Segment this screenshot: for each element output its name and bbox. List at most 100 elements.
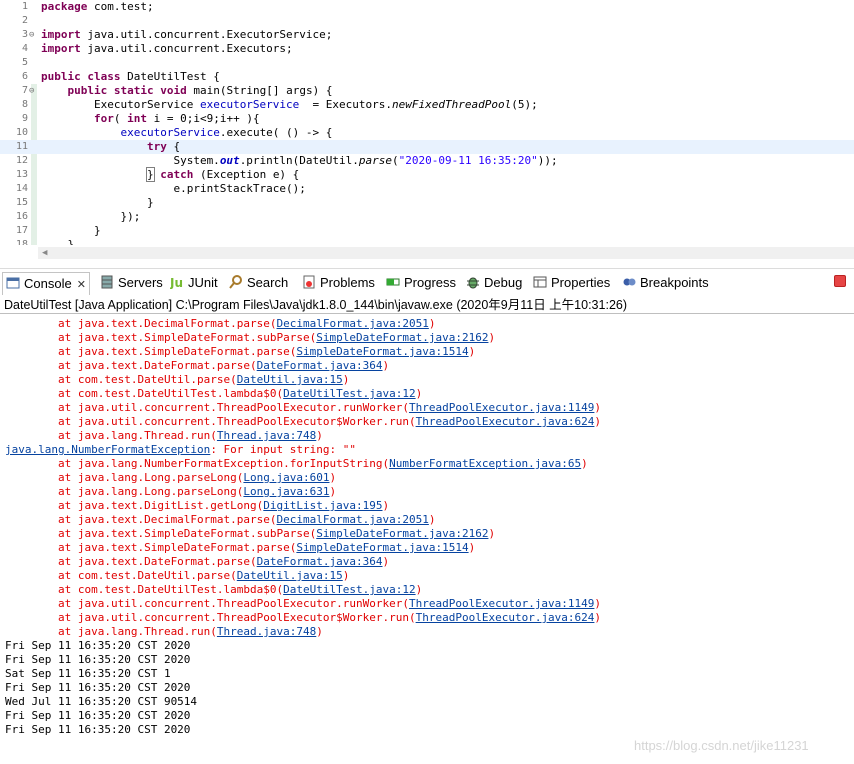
code-token: java.util.concurrent.ExecutorService; bbox=[80, 28, 333, 41]
stack-trace-link[interactable]: java.lang.NumberFormatException bbox=[5, 443, 210, 456]
code-token: )); bbox=[537, 154, 558, 167]
code-line[interactable]: 15 } bbox=[0, 196, 854, 210]
terminate-icon[interactable] bbox=[834, 275, 846, 287]
stack-trace-link[interactable]: DateFormat.java:364 bbox=[257, 359, 383, 372]
code-line[interactable]: 16 }); bbox=[0, 210, 854, 224]
stack-trace-link[interactable]: ThreadPoolExecutor.java:1149 bbox=[409, 597, 594, 610]
breakpoints-icon bbox=[622, 275, 636, 289]
console-line: at com.test.DateUtil.parse(DateUtil.java… bbox=[5, 373, 349, 387]
tab-console[interactable]: Console ✕ bbox=[2, 272, 90, 295]
tab-junit[interactable]: Ju JUnit bbox=[169, 274, 218, 292]
code-text: public static void main(String[] args) { bbox=[41, 84, 333, 98]
tab-breakpoints[interactable]: Breakpoints bbox=[622, 274, 709, 292]
code-token: ( bbox=[113, 112, 128, 125]
line-number: 9 bbox=[21, 113, 28, 124]
code-token: parse bbox=[358, 154, 393, 167]
console-text: ) bbox=[594, 611, 602, 624]
junit-icon: Ju bbox=[169, 275, 184, 290]
tab-servers[interactable]: Servers bbox=[100, 274, 163, 292]
console-text: ) bbox=[415, 583, 423, 596]
console-line: at com.test.DateUtilTest.lambda$0(DateUt… bbox=[5, 387, 422, 401]
code-line[interactable]: 9 for( int i = 0;i<9;i++ ){ bbox=[0, 112, 854, 126]
line-number: 12 bbox=[15, 155, 28, 166]
stack-trace-link[interactable]: SimpleDateFormat.java:1514 bbox=[296, 541, 468, 554]
tab-debug[interactable]: Debug bbox=[466, 274, 522, 292]
stack-trace-link[interactable]: DateUtilTest.java:12 bbox=[283, 583, 415, 596]
stack-trace-link[interactable]: DateUtil.java:15 bbox=[237, 373, 343, 386]
stack-trace-link[interactable]: DateFormat.java:364 bbox=[257, 555, 383, 568]
console-line: at java.text.SimpleDateFormat.subParse(S… bbox=[5, 527, 495, 541]
console-text: ) bbox=[428, 513, 436, 526]
console-text: ) bbox=[488, 527, 496, 540]
console-line: at com.test.DateUtilTest.lambda$0(DateUt… bbox=[5, 583, 422, 597]
stack-trace-link[interactable]: Thread.java:748 bbox=[217, 429, 316, 442]
console-text: at java.text.DateFormat.parse( bbox=[5, 359, 257, 372]
console-text: at com.test.DateUtil.parse( bbox=[5, 569, 237, 582]
console-text: ) bbox=[342, 569, 350, 582]
code-line[interactable]: 5 bbox=[0, 56, 854, 70]
code-line[interactable]: 4 import java.util.concurrent.Executors; bbox=[0, 42, 854, 56]
line-number: 16 bbox=[15, 211, 28, 222]
code-line[interactable]: 11 try { bbox=[0, 140, 854, 154]
code-line[interactable]: 2 bbox=[0, 14, 854, 28]
console-output[interactable]: at java.text.DecimalFormat.parse(Decimal… bbox=[0, 316, 854, 750]
stack-trace-link[interactable]: NumberFormatException.java:65 bbox=[389, 457, 581, 470]
stack-trace-link[interactable]: Long.java:631 bbox=[243, 485, 329, 498]
tab-progress[interactable]: Progress bbox=[386, 274, 456, 292]
console-line: at java.util.concurrent.ThreadPoolExecut… bbox=[5, 611, 601, 625]
scroll-left-icon[interactable]: ◀ bbox=[42, 247, 47, 259]
code-line[interactable]: 12 System.out.println(DateUtil.parse("20… bbox=[0, 154, 854, 168]
code-token: }); bbox=[41, 210, 141, 223]
code-line[interactable]: 10 executorService.execute( () -> { bbox=[0, 126, 854, 140]
stack-trace-link[interactable]: ThreadPoolExecutor.java:1149 bbox=[409, 401, 594, 414]
code-line[interactable]: 18 } bbox=[0, 238, 854, 245]
stack-trace-link[interactable]: DigitList.java:195 bbox=[263, 499, 382, 512]
tab-problems[interactable]: Problems bbox=[302, 274, 375, 292]
line-number: 1 bbox=[21, 1, 28, 12]
tab-properties[interactable]: Properties bbox=[533, 274, 610, 292]
stack-trace-link[interactable]: SimpleDateFormat.java:2162 bbox=[316, 331, 488, 344]
stack-trace-link[interactable]: DecimalFormat.java:2051 bbox=[277, 513, 429, 526]
code-token: ExecutorService bbox=[41, 98, 200, 111]
line-number: 5 bbox=[21, 57, 28, 68]
line-number: 6 bbox=[21, 71, 28, 82]
console-line: at com.test.DateUtil.parse(DateUtil.java… bbox=[5, 569, 349, 583]
code-line[interactable]: 17 } bbox=[0, 224, 854, 238]
code-token: } bbox=[41, 238, 75, 245]
code-editor[interactable]: 1 package com.test; 2 3 ⊖ import java.util.co… bbox=[0, 0, 854, 245]
view-tab-bar: Console ✕ Servers Ju JUnit Search Problems Prog… bbox=[0, 268, 854, 297]
stack-trace-link[interactable]: DecimalFormat.java:2051 bbox=[277, 317, 429, 330]
line-number: 3 bbox=[21, 29, 28, 40]
stack-trace-link[interactable]: Long.java:601 bbox=[243, 471, 329, 484]
stack-trace-link[interactable]: DateUtilTest.java:12 bbox=[283, 387, 415, 400]
console-text: ) bbox=[329, 471, 337, 484]
console-text: at java.lang.NumberFormatException.forIn… bbox=[5, 457, 390, 470]
code-line[interactable]: 6 public class DateUtilTest { bbox=[0, 70, 854, 84]
code-line[interactable]: 3 ⊖ import java.util.concurrent.ExecutorSe… bbox=[0, 28, 854, 42]
close-icon[interactable]: ✕ bbox=[77, 279, 86, 291]
editor-horizontal-scrollbar[interactable]: ◀ bbox=[38, 247, 854, 259]
code-line[interactable]: 14 e.printStackTrace(); bbox=[0, 182, 854, 196]
stack-trace-link[interactable]: DateUtil.java:15 bbox=[237, 569, 343, 582]
code-line[interactable]: 13 } catch (Exception e) { bbox=[0, 167, 854, 182]
code-line[interactable]: 7 ⊖ public static void main(String[] args… bbox=[0, 84, 854, 98]
fold-toggle-icon[interactable]: ⊖ bbox=[29, 84, 38, 98]
console-text: at java.text.SimpleDateFormat.parse( bbox=[5, 541, 297, 554]
console-line: at java.util.concurrent.ThreadPoolExecut… bbox=[5, 415, 601, 429]
stack-trace-link[interactable]: Thread.java:748 bbox=[217, 625, 316, 638]
servers-icon bbox=[100, 275, 114, 289]
console-text: ) bbox=[594, 401, 602, 414]
tab-label: JUnit bbox=[188, 275, 218, 290]
stack-trace-link[interactable]: SimpleDateFormat.java:1514 bbox=[296, 345, 468, 358]
console-text: Sat Sep 11 16:35:20 CST 1 bbox=[5, 667, 171, 680]
console-text: Fri Sep 11 16:35:20 CST 2020 bbox=[5, 681, 191, 694]
stack-trace-link[interactable]: SimpleDateFormat.java:2162 bbox=[316, 527, 488, 540]
code-line[interactable]: 1 package com.test; bbox=[0, 0, 854, 14]
stack-trace-link[interactable]: ThreadPoolExecutor.java:624 bbox=[416, 415, 595, 428]
fold-toggle-icon[interactable]: ⊖ bbox=[29, 28, 38, 42]
stack-trace-link[interactable]: ThreadPoolExecutor.java:624 bbox=[416, 611, 595, 624]
tab-search[interactable]: Search bbox=[229, 274, 288, 292]
code-line[interactable]: 8 ExecutorService executorService = Exec… bbox=[0, 98, 854, 112]
console-text: Wed Jul 11 16:35:20 CST 90514 bbox=[5, 695, 198, 708]
